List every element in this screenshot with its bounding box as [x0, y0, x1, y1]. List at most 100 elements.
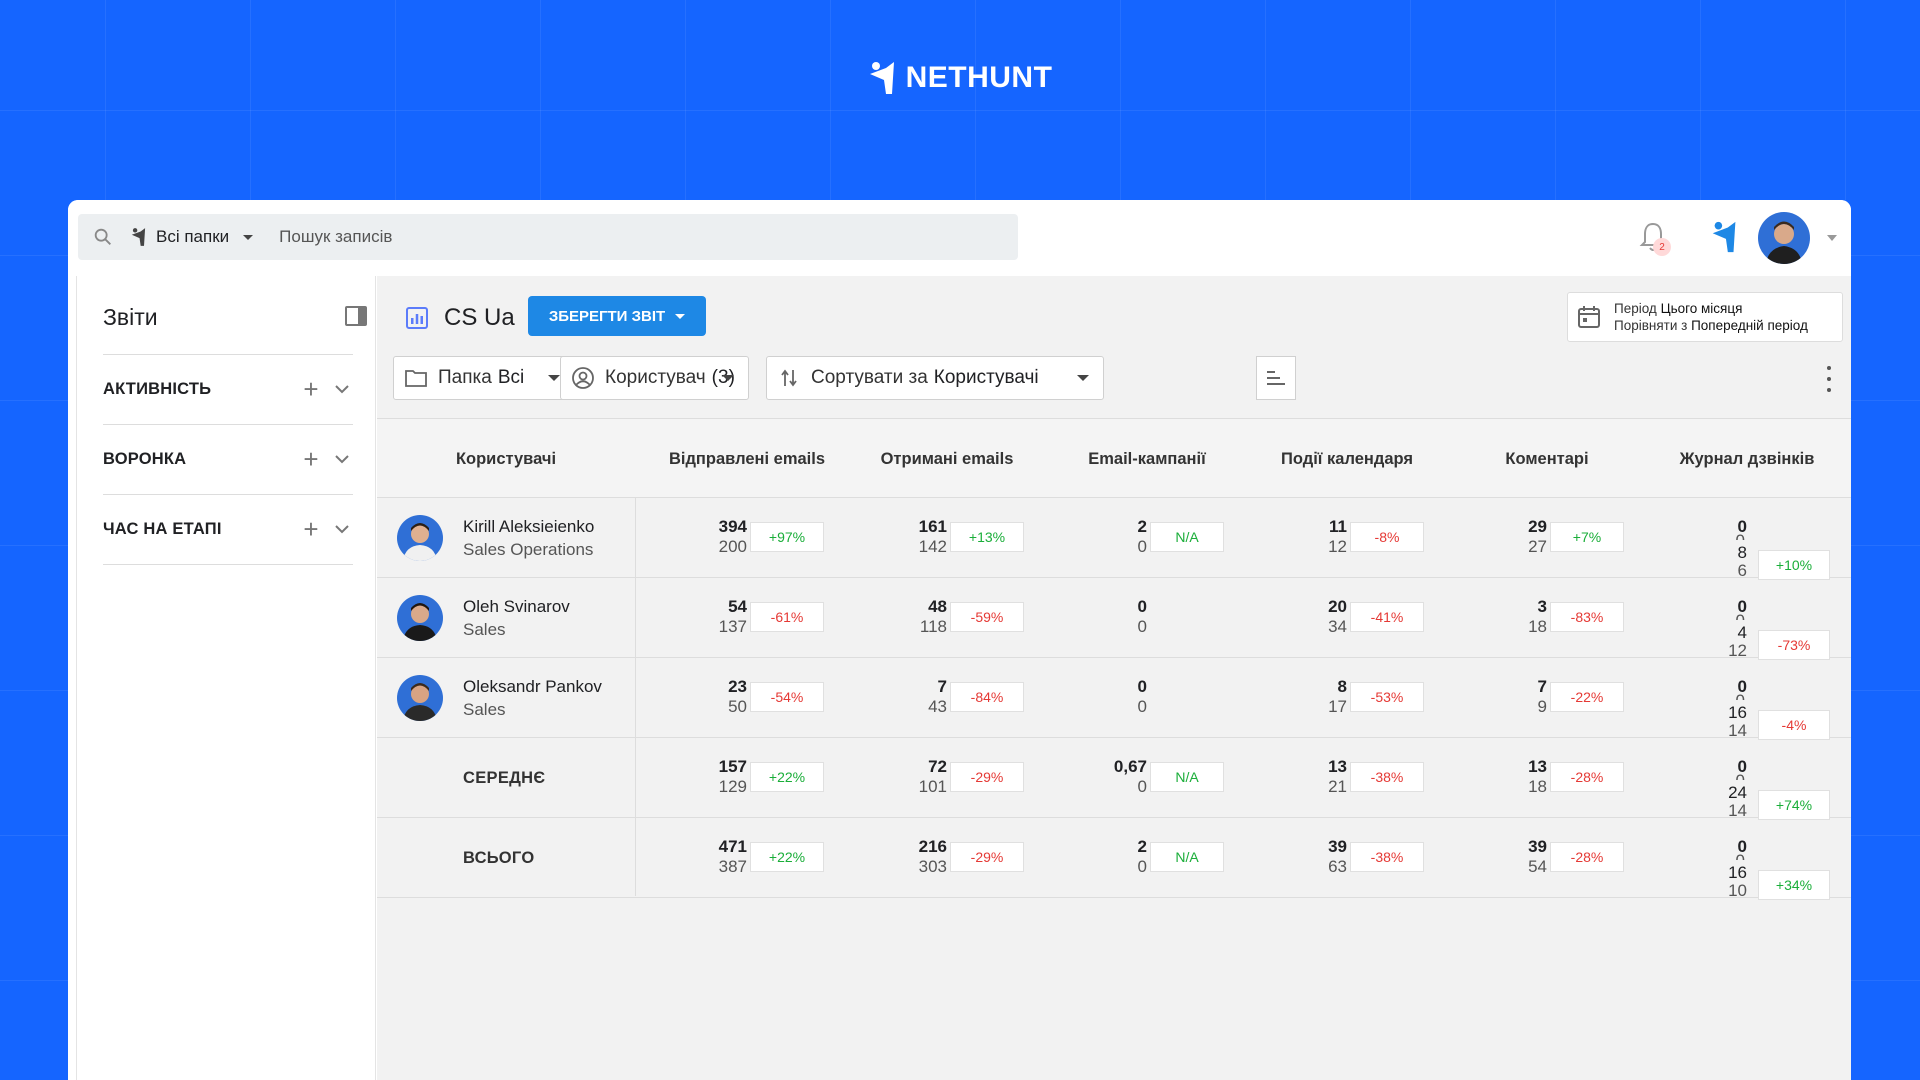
change-badge: N/A: [1150, 842, 1224, 872]
sidebar-section-activity[interactable]: АКТИВНІСТЬ +: [103, 354, 353, 424]
user-cell[interactable]: Oleh Svinarov Sales: [377, 578, 635, 658]
change-badge: +74%: [1758, 790, 1830, 820]
chevron-down-icon: [548, 375, 560, 381]
metric-values: 0 0: [1047, 578, 1147, 658]
current-value: 157: [718, 757, 747, 776]
header-call-log[interactable]: Журнал дзвінків: [1647, 419, 1847, 499]
current-value-overlap: 4: [1737, 623, 1747, 642]
previous-value: 0: [1705, 772, 1745, 780]
user-cell[interactable]: Oleksandr Pankov Sales: [377, 658, 635, 738]
header-calendar-events[interactable]: Події календаря: [1247, 419, 1447, 499]
change-badge: N/A: [1150, 522, 1224, 552]
add-icon[interactable]: +: [291, 374, 331, 405]
current-value: 13: [1328, 757, 1347, 776]
search-bar: Всі папки: [78, 214, 1018, 260]
more-options-icon[interactable]: [1819, 366, 1839, 392]
previous-value: 142: [918, 537, 947, 556]
current-value: 2: [1137, 517, 1147, 536]
sidebar-toggle-icon[interactable]: [345, 306, 367, 326]
change-badge: -29%: [950, 762, 1024, 792]
search-input[interactable]: [279, 227, 840, 247]
chevron-down-icon[interactable]: [331, 379, 353, 401]
previous-value: 54: [1528, 857, 1547, 876]
call-log-values: 0 0 16 10: [1647, 818, 1747, 900]
folder-selector[interactable]: Всі папки: [130, 227, 254, 247]
current-value-overlap: 8: [1737, 543, 1747, 562]
current-value-overlap: 16: [1728, 703, 1747, 722]
call-log-values: 0 0 4 12: [1647, 578, 1747, 660]
nethunt-small-icon: [131, 228, 146, 246]
table-row[interactable]: СЕРЕДНЄ 157 129 +22% 72 101 -29% 0,67 0 …: [377, 738, 1851, 820]
change-badge: -38%: [1350, 842, 1424, 872]
previous-value: 50: [728, 697, 747, 716]
previous-value: 18: [1528, 617, 1547, 636]
user-name[interactable]: Oleh Svinarov: [463, 595, 570, 618]
change-badge: +7%: [1550, 522, 1624, 552]
add-icon[interactable]: +: [291, 444, 331, 475]
summary-label: ВСЬОГО: [463, 848, 535, 867]
previous-value: 9: [1537, 697, 1547, 716]
period-selector[interactable]: Період Цього місяця Порівняти з Попередн…: [1567, 292, 1843, 342]
previous-value: 34: [1328, 617, 1347, 636]
current-value: 0,67: [1113, 757, 1147, 776]
sort-filter[interactable]: Сортувати за Користувачі: [766, 356, 1104, 400]
metric-values: 39 63: [1247, 818, 1347, 898]
table-row[interactable]: Kirill Aleksieienko Sales Operations 394…: [377, 498, 1851, 580]
change-badge: -28%: [1550, 762, 1624, 792]
chevron-down-icon[interactable]: [331, 449, 353, 471]
current-value: 3: [1537, 597, 1547, 616]
sidebar-section-label: ВОРОНКА: [103, 450, 187, 468]
table-row[interactable]: Oleh Svinarov Sales 54 137 -61% 48 118 -…: [377, 578, 1851, 660]
metric-values: 29 27: [1447, 498, 1547, 578]
sort-order-toggle[interactable]: [1256, 356, 1296, 400]
user-name[interactable]: Kirill Aleksieienko: [463, 515, 594, 538]
change-badge: -8%: [1350, 522, 1424, 552]
table-row[interactable]: Oleksandr Pankov Sales 23 50 -54% 7 43 -…: [377, 658, 1851, 740]
metric-values: 7 43: [847, 658, 947, 738]
header-users[interactable]: Користувачі: [377, 419, 635, 499]
period-text: Період Цього місяця Порівняти з Попередн…: [1614, 301, 1808, 333]
metric-values: 72 101: [847, 738, 947, 818]
header-comments[interactable]: Коментарі: [1447, 419, 1647, 499]
sidebar-section-funnel[interactable]: ВОРОНКА +: [103, 424, 353, 494]
previous-value: 0: [1137, 617, 1147, 636]
metric-values: 8 17: [1247, 658, 1347, 738]
sidebar-section-label: АКТИВНІСТЬ: [103, 380, 212, 398]
folder-filter[interactable]: Папка Всі: [393, 356, 575, 400]
current-value: 7: [1537, 677, 1547, 696]
user-name[interactable]: Oleksandr Pankov: [463, 675, 602, 698]
table-row[interactable]: ВСЬОГО 471 387 +22% 216 303 -29% 2 0 N/A…: [377, 818, 1851, 900]
search-icon: [94, 228, 111, 245]
chevron-down-icon[interactable]: [331, 519, 353, 541]
previous-value: 21: [1328, 777, 1347, 796]
current-value: 11: [1329, 517, 1347, 536]
notification-badge: 2: [1653, 238, 1671, 256]
user-role: Sales: [463, 620, 506, 639]
save-report-button[interactable]: ЗБЕРЕГТИ ЗВІТ: [528, 296, 706, 336]
current-value: 7: [937, 677, 947, 696]
current-value: 2: [1137, 837, 1147, 856]
change-badge: -41%: [1350, 602, 1424, 632]
nethunt-app-icon[interactable]: [1708, 220, 1742, 254]
app-window: Всі папки 2 Звіти АКТИВН: [68, 200, 1851, 1080]
summary-label: СЕРЕДНЄ: [463, 768, 546, 787]
sidebar-section-stage-time[interactable]: ЧАС НА ЕТАПІ +: [103, 494, 353, 564]
change-badge: -73%: [1758, 630, 1830, 660]
previous-value: 12: [1328, 537, 1347, 556]
user-cell[interactable]: Kirill Aleksieienko Sales Operations: [377, 498, 635, 578]
header-received-emails[interactable]: Отримані emails: [847, 419, 1047, 499]
user-menu-chevron-icon[interactable]: [1827, 235, 1837, 241]
previous-value: 303: [918, 857, 947, 876]
save-report-label: ЗБЕРЕГТИ ЗВІТ: [548, 307, 666, 325]
header-sent-emails[interactable]: Відправлені emails: [647, 419, 847, 499]
current-value: 72: [928, 757, 947, 776]
change-badge: -29%: [950, 842, 1024, 872]
add-icon[interactable]: +: [291, 514, 331, 545]
user-filter[interactable]: Користувач (3): [560, 356, 749, 400]
header-email-campaigns[interactable]: Email-кампанії: [1047, 419, 1247, 499]
metric-values: 0 0: [1047, 658, 1147, 738]
previous-value: 101: [918, 777, 947, 796]
current-value: 161: [918, 517, 947, 536]
metric-values: 13 21: [1247, 738, 1347, 818]
user-avatar[interactable]: [1758, 212, 1810, 264]
